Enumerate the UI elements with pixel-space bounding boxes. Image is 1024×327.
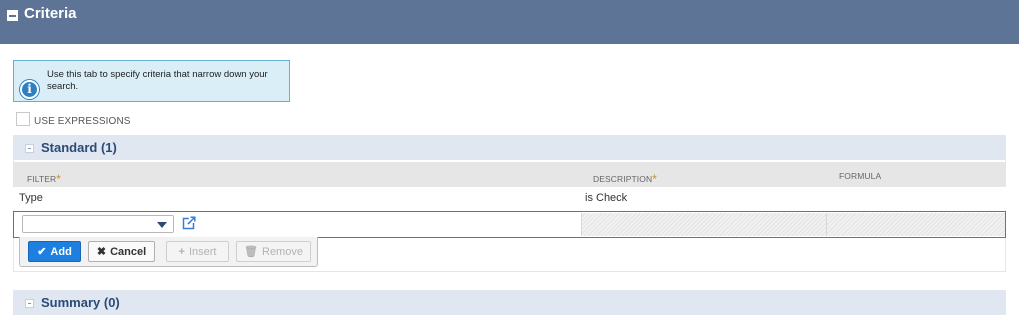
collapse-icon[interactable] — [7, 10, 18, 21]
filter-select[interactable] — [22, 215, 174, 233]
collapse-icon[interactable] — [25, 299, 34, 308]
required-marker: * — [652, 172, 657, 186]
cancel-button[interactable]: ✖ Cancel — [88, 241, 155, 262]
column-header-formula[interactable]: FORMULA — [839, 171, 881, 181]
open-link-icon[interactable] — [182, 216, 196, 230]
filter-cell: Type — [19, 192, 43, 204]
standard-section-title: Standard (1) — [41, 140, 117, 155]
info-text: Use this tab to specify criteria that na… — [47, 69, 268, 92]
column-header-description[interactable]: DESCRIPTION* — [593, 171, 657, 186]
collapse-icon[interactable] — [25, 144, 34, 153]
use-expressions-checkbox[interactable] — [16, 112, 30, 126]
summary-section-title: Summary (0) — [41, 295, 120, 310]
insert-button[interactable]: + Insert — [166, 241, 229, 262]
edit-row — [13, 211, 1006, 238]
dropdown-arrow-icon[interactable] — [157, 222, 167, 228]
description-cell-disabled — [581, 213, 826, 236]
plus-icon: + — [178, 246, 185, 258]
checkmark-icon: ✔ — [37, 246, 47, 258]
close-icon: ✖ — [96, 246, 107, 258]
criteria-table-header: FILTER* DESCRIPTION* FORMULA — [13, 162, 1006, 187]
formula-cell-disabled — [826, 213, 1005, 236]
info-message: i Use this tab to specify criteria that … — [13, 60, 290, 102]
remove-button[interactable]: 🗑 Remove — [236, 241, 311, 262]
column-header-filter[interactable]: FILTER* — [27, 171, 62, 186]
standard-section-header[interactable]: Standard (1) — [13, 135, 1006, 160]
info-icon: i — [20, 80, 39, 99]
use-expressions-label: USE EXPRESSIONS — [34, 116, 131, 127]
criteria-title: Criteria — [24, 5, 77, 22]
criteria-header: Criteria — [0, 0, 1019, 44]
table-row[interactable]: Type is Check — [13, 187, 1006, 210]
trash-icon: 🗑 — [244, 246, 258, 258]
description-cell: is Check — [585, 192, 628, 204]
required-marker: * — [56, 172, 62, 186]
summary-section-header[interactable]: Summary (0) — [13, 290, 1006, 315]
row-action-bar: ✔ Add ✖ Cancel + Insert 🗑 Remove — [19, 237, 318, 267]
add-button[interactable]: ✔ Add — [28, 241, 81, 262]
